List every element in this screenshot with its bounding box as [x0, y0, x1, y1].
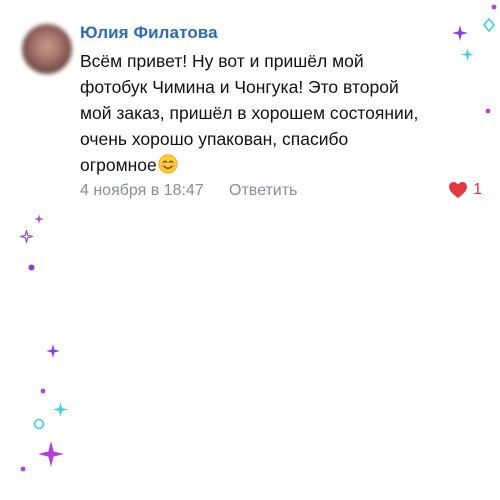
avatar[interactable] [22, 24, 72, 74]
sparkle-dot-icon [485, 108, 491, 114]
sparkle-diamond-outline-icon [482, 18, 496, 32]
comment-text-line: Всём привет! Ну вот и пришёл мой [80, 51, 364, 71]
comment-text-line: очень хорошо упакован, спасибо [80, 129, 349, 149]
comment-text-line-last: огромное [80, 155, 157, 175]
comment-text: Всём привет! Ну вот и пришёл мой фотобук… [80, 48, 475, 178]
sparkle-dot-icon [28, 264, 35, 271]
like-count: 1 [473, 181, 482, 198]
comment-text-line: мой заказ, пришёл в хорошем состоянии, [80, 103, 419, 123]
heart-icon [449, 182, 468, 198]
like-button[interactable]: 1 [448, 181, 482, 199]
smiling-face-emoji-icon [158, 154, 178, 174]
comment-text-line: огромное [80, 152, 475, 178]
sparkle-star-icon [461, 48, 474, 61]
sparkle-dot-icon [20, 466, 26, 472]
sparkle-dot-icon [40, 388, 46, 394]
sparkle-star-icon [53, 402, 68, 417]
sparkle-star-outline-icon [20, 230, 33, 243]
sparkle-dot-icon [491, 4, 497, 10]
author-name[interactable]: Юлия Филатова [80, 23, 218, 43]
sparkle-ring-icon [33, 418, 45, 430]
sparkle-star-icon [452, 25, 468, 41]
comment-timestamp: 4 ноября в 18:47 [80, 182, 204, 199]
comment-item: Юлия Филатова Всём привет! Ну вот и приш… [0, 0, 500, 220]
sparkle-star-icon [34, 214, 44, 224]
sparkle-star-icon [46, 344, 60, 358]
comment-text-line: фотобук Чимина и Чонгука! Это второй [80, 77, 399, 97]
reply-button[interactable]: Ответить [229, 182, 297, 200]
sparkle-star-icon [38, 441, 64, 467]
